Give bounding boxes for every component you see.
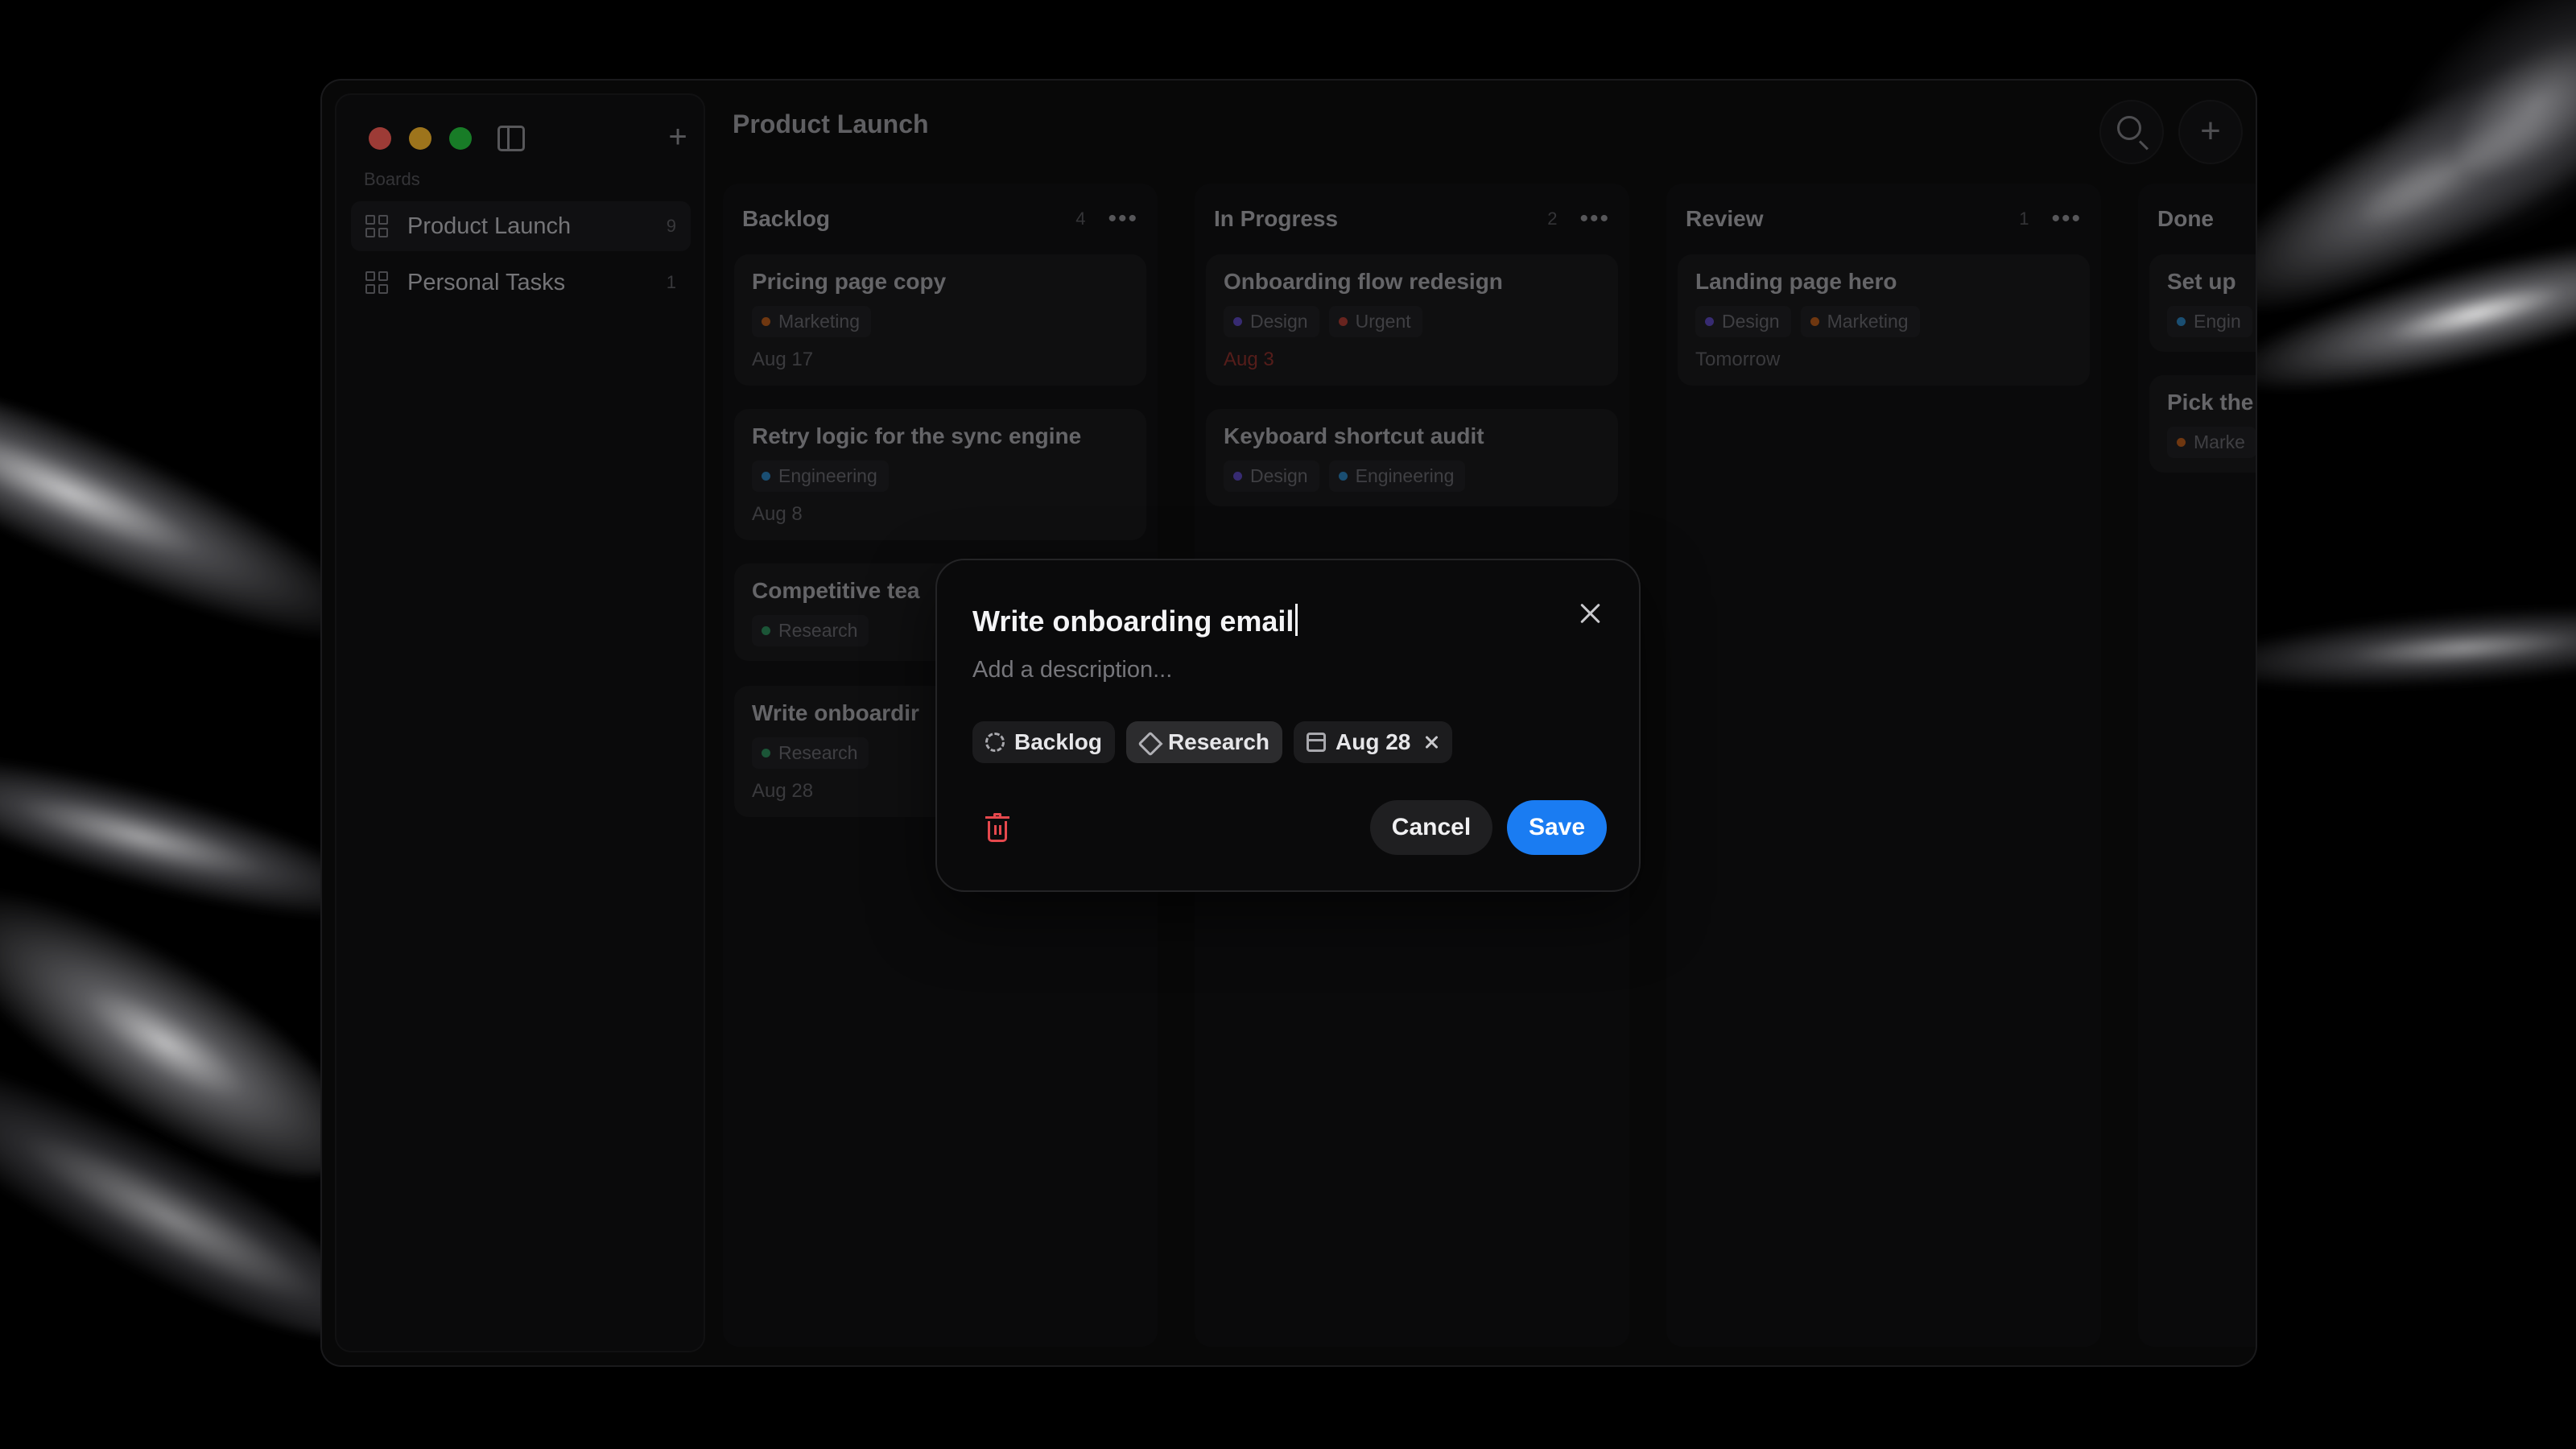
due-date-text: Aug 28 bbox=[1335, 729, 1411, 754]
due-date-chip[interactable]: Aug 28 bbox=[1294, 721, 1453, 763]
clear-date-icon[interactable] bbox=[1423, 734, 1439, 750]
description-input[interactable]: Add a description... bbox=[972, 657, 1172, 683]
trash-icon[interactable] bbox=[985, 813, 1009, 842]
label-text: Research bbox=[1167, 729, 1270, 754]
task-properties: Backlog Research Aug 28 bbox=[972, 721, 1453, 763]
label-chip[interactable]: Research bbox=[1125, 721, 1283, 763]
calendar-icon bbox=[1307, 733, 1327, 752]
cancel-button[interactable]: Cancel bbox=[1370, 800, 1492, 855]
tag-icon bbox=[1139, 733, 1158, 752]
close-icon[interactable] bbox=[1576, 599, 1605, 628]
status-chip[interactable]: Backlog bbox=[972, 721, 1115, 763]
task-title-input[interactable]: Write onboarding email bbox=[972, 604, 1298, 638]
save-button[interactable]: Save bbox=[1507, 800, 1607, 855]
status-label: Backlog bbox=[1014, 729, 1102, 754]
edit-task-dialog: Write onboarding email Add a description… bbox=[935, 559, 1641, 892]
status-dashed-circle-icon bbox=[985, 733, 1005, 752]
